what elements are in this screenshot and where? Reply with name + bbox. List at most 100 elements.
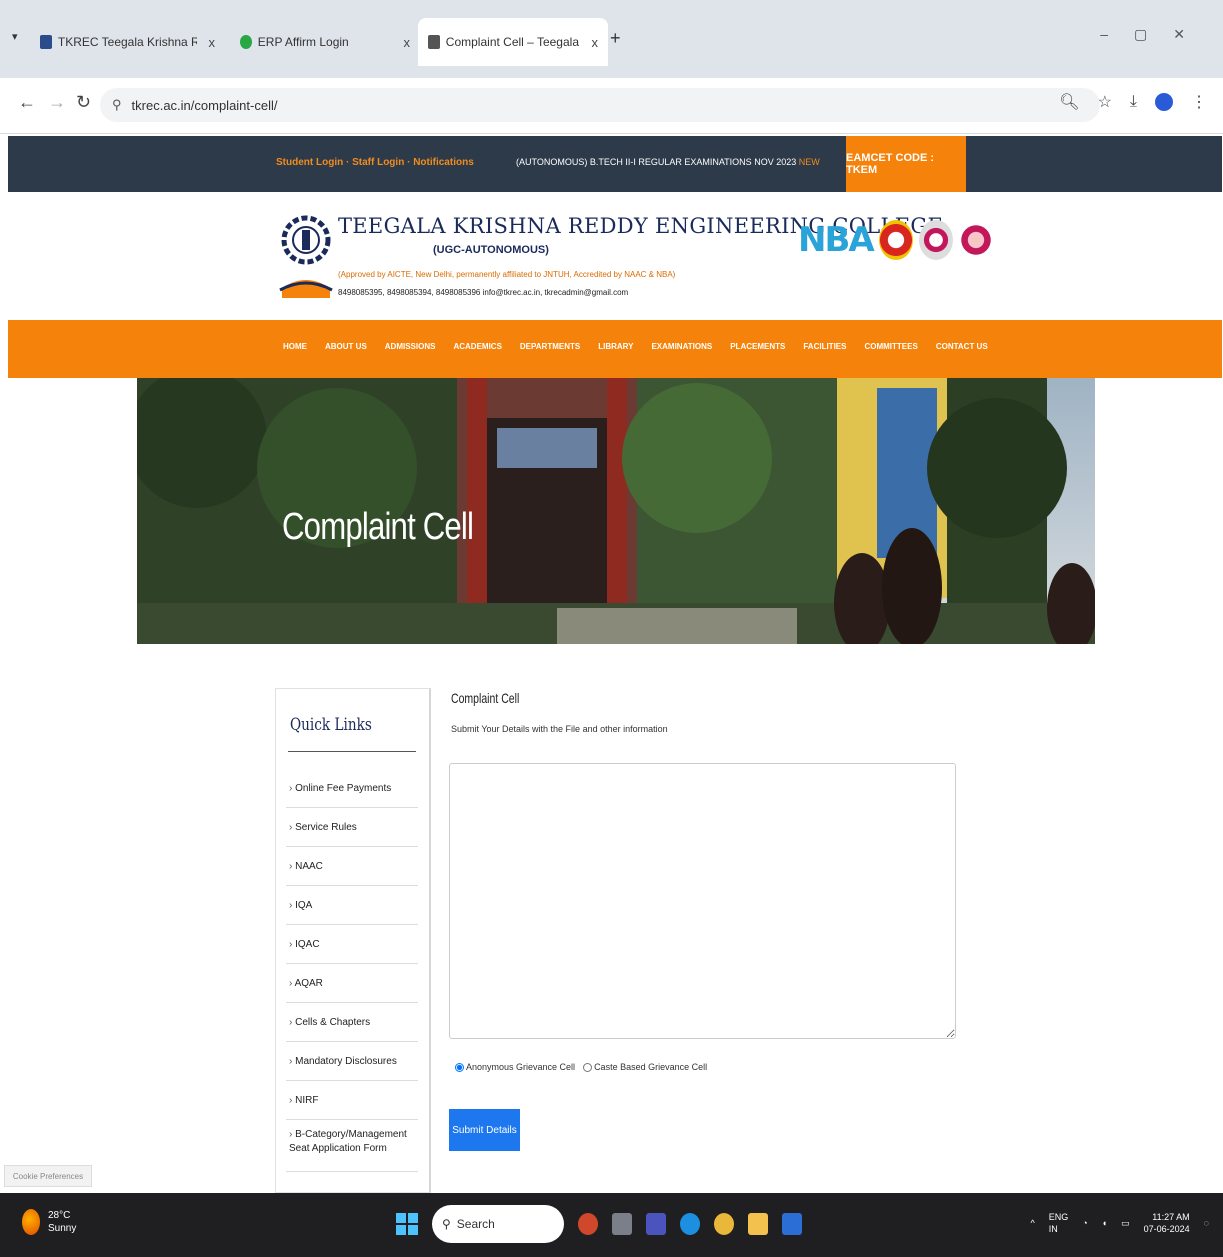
nav-contact-us[interactable]: CONTACT US — [936, 342, 988, 351]
zoom-icon[interactable]: 🔍︎ — [1059, 92, 1079, 112]
site-info-icon[interactable]: ⚲ — [112, 97, 122, 113]
quick-link-b-category-form[interactable]: B-Category/Management Seat Application F… — [286, 1120, 418, 1172]
notification-bell-icon[interactable]: ◌ — [1204, 1217, 1209, 1229]
clock-time: 11:27 AM — [1152, 1212, 1190, 1222]
download-icon[interactable]: ⤓ — [1130, 93, 1137, 111]
task-view-icon[interactable] — [612, 1213, 632, 1235]
nav-facilities[interactable]: FACILITIES — [803, 342, 846, 351]
news-marquee[interactable]: (AUTONOMOUS) B.TECH II-I REGULAR EXAMINA… — [516, 157, 820, 167]
form-heading: Complaint Cell — [451, 690, 520, 706]
marquee-text[interactable]: (AUTONOMOUS) B.TECH II-I REGULAR EXAMINA… — [516, 157, 796, 167]
search-placeholder: Search — [456, 1217, 495, 1231]
wifi-icon[interactable]: ◔ — [1082, 1217, 1087, 1229]
browser-tab-tkrec[interactable]: TKREC Teegala Krishna Reddy I x — [30, 22, 225, 62]
quick-link-iqa[interactable]: IQA — [286, 886, 418, 925]
volume-icon[interactable]: ◖ — [1102, 1217, 1107, 1229]
taskbar-search-box[interactable]: ⚲ Search — [432, 1205, 564, 1243]
naac-seal-icon — [878, 220, 913, 260]
windows-start-icon[interactable] — [396, 1213, 418, 1235]
nav-placements[interactable]: PLACEMENTS — [730, 342, 785, 351]
quick-link-nirf[interactable]: NIRF — [286, 1081, 418, 1120]
close-tab-icon[interactable]: x — [209, 35, 216, 50]
reload-icon[interactable]: ↻ — [76, 92, 91, 113]
profile-avatar-icon[interactable] — [1155, 93, 1173, 111]
browser-toolbar: ← → ↻ ⚲ tkrec.ac.in/complaint-cell/ 🔍︎ ☆… — [0, 78, 1223, 134]
erp-favicon — [240, 35, 252, 49]
cookie-preferences-button[interactable]: Cookie Preferences — [4, 1165, 92, 1187]
quick-link-online-fee-payments[interactable]: Online Fee Payments — [286, 769, 418, 808]
tab-search-icon[interactable]: ▾ — [12, 30, 18, 43]
widgets-app-icon[interactable] — [578, 1213, 598, 1235]
language-indicator[interactable]: ENG IN — [1049, 1211, 1069, 1235]
url-text[interactable]: tkrec.ac.in/complaint-cell/ — [132, 98, 278, 113]
nav-academics[interactable]: ACADEMICS — [453, 342, 501, 351]
top-login-links[interactable]: Student Login · Staff Login · Notificati… — [276, 157, 474, 168]
bookmark-star-icon[interactable]: ☆ — [1098, 92, 1112, 112]
site-top-strip: Student Login · Staff Login · Notificati… — [8, 136, 1222, 192]
nav-about-us[interactable]: ABOUT US — [325, 342, 367, 351]
quick-link-mandatory-disclosures[interactable]: Mandatory Disclosures — [286, 1042, 418, 1081]
new-tab-button[interactable]: + — [610, 28, 621, 49]
caste-grievance-option[interactable]: Caste Based Grievance Cell — [583, 1062, 708, 1073]
nav-departments[interactable]: DEPARTMENTS — [520, 342, 580, 351]
ugc-autonomous-label: (UGC-AUTONOMOUS) — [433, 244, 549, 256]
lang-code: ENG — [1048, 1212, 1069, 1222]
sun-weather-icon — [22, 1209, 40, 1235]
quick-link-naac[interactable]: NAAC — [286, 847, 418, 886]
browser-tab-erp[interactable]: ERP Affirm Login x — [230, 22, 420, 62]
campus-photo-image — [137, 378, 1095, 644]
back-arrow-icon[interactable]: ← — [18, 92, 36, 113]
quick-links-sidebar: Quick Links Online Fee Payments Service … — [275, 688, 431, 1193]
address-bar[interactable]: ⚲ tkrec.ac.in/complaint-cell/ — [100, 88, 1100, 122]
anonymous-grievance-radio[interactable] — [455, 1063, 464, 1073]
browser-tab-complaint-cell[interactable]: Complaint Cell – Teegala Krish x — [418, 18, 608, 66]
quick-link-service-rules[interactable]: Service Rules — [286, 808, 418, 847]
jntuh-seal-icon — [958, 220, 993, 260]
approval-text: (Approved by AICTE, New Delhi, permanent… — [338, 270, 676, 279]
browser-tools: 🔍︎ ☆ ⤓ ⋮ — [1059, 92, 1207, 112]
nav-admissions[interactable]: ADMISSIONS — [385, 342, 436, 351]
caste-grievance-label: Caste Based Grievance Cell — [594, 1062, 708, 1072]
aicte-seal-icon — [918, 220, 953, 260]
eamcet-code-badge: EAMCET CODE : TKEM — [846, 136, 966, 192]
lang-region: IN — [1048, 1224, 1058, 1234]
quick-link-aqar[interactable]: AQAR — [286, 964, 418, 1003]
caste-grievance-radio[interactable] — [583, 1063, 593, 1073]
tab-title: Complaint Cell – Teegala Krish — [445, 35, 580, 49]
nav-examinations[interactable]: EXAMINATIONS — [651, 342, 712, 351]
main-navigation: HOME ABOUT US ADMISSIONS ACADEMICS DEPAR… — [8, 320, 1222, 378]
window-controls[interactable]: –▢✕ — [1100, 26, 1211, 43]
complaint-textarea[interactable] — [449, 763, 956, 1039]
weather-widget[interactable]: 28°C Sunny — [22, 1209, 76, 1235]
weather-temp: 28°C — [48, 1210, 71, 1221]
weather-condition: Sunny — [48, 1223, 77, 1234]
nba-logo-icon: NBA — [798, 220, 875, 260]
nav-library[interactable]: LIBRARY — [598, 342, 633, 351]
quick-links-heading: Quick Links — [290, 715, 372, 735]
battery-icon[interactable]: ▭ — [1121, 1217, 1130, 1229]
anonymous-grievance-option[interactable]: Anonymous Grievance Cell — [455, 1062, 575, 1073]
quick-link-cells-chapters[interactable]: Cells & Chapters — [286, 1003, 418, 1042]
close-tab-icon[interactable]: x — [404, 35, 411, 50]
heading-divider — [288, 751, 416, 752]
clock-date: 07-06-2024 — [1143, 1224, 1190, 1234]
taskbar-apps: ⚲ Search — [396, 1205, 802, 1243]
edge-browser-icon[interactable] — [680, 1213, 700, 1235]
forward-arrow-icon[interactable]: → — [48, 92, 66, 113]
clock[interactable]: 11:27 AM 07-06-2024 — [1144, 1211, 1190, 1235]
quick-link-iqac[interactable]: IQAC — [286, 925, 418, 964]
college-logo-icon[interactable] — [278, 206, 334, 302]
chrome-browser-icon[interactable] — [714, 1213, 734, 1235]
contact-info: 8498085395, 8498085394, 8498085396 info@… — [338, 288, 629, 297]
nav-home[interactable]: HOME — [283, 342, 307, 351]
page-title: Complaint Cell — [282, 506, 474, 548]
file-explorer-icon[interactable] — [748, 1213, 768, 1235]
close-tab-icon[interactable]: x — [592, 35, 599, 50]
teams-app-icon[interactable] — [646, 1213, 666, 1235]
nav-committees[interactable]: COMMITTEES — [864, 342, 917, 351]
chevron-up-icon[interactable]: ^ — [1030, 1217, 1034, 1229]
menu-kebab-icon[interactable]: ⋮ — [1191, 92, 1207, 112]
submit-details-button[interactable]: Submit Details — [449, 1109, 520, 1151]
site-header: TEEGALA KRISHNA REDDY ENGINEERING COLLEG… — [8, 192, 1222, 320]
word-app-icon[interactable] — [782, 1213, 802, 1235]
